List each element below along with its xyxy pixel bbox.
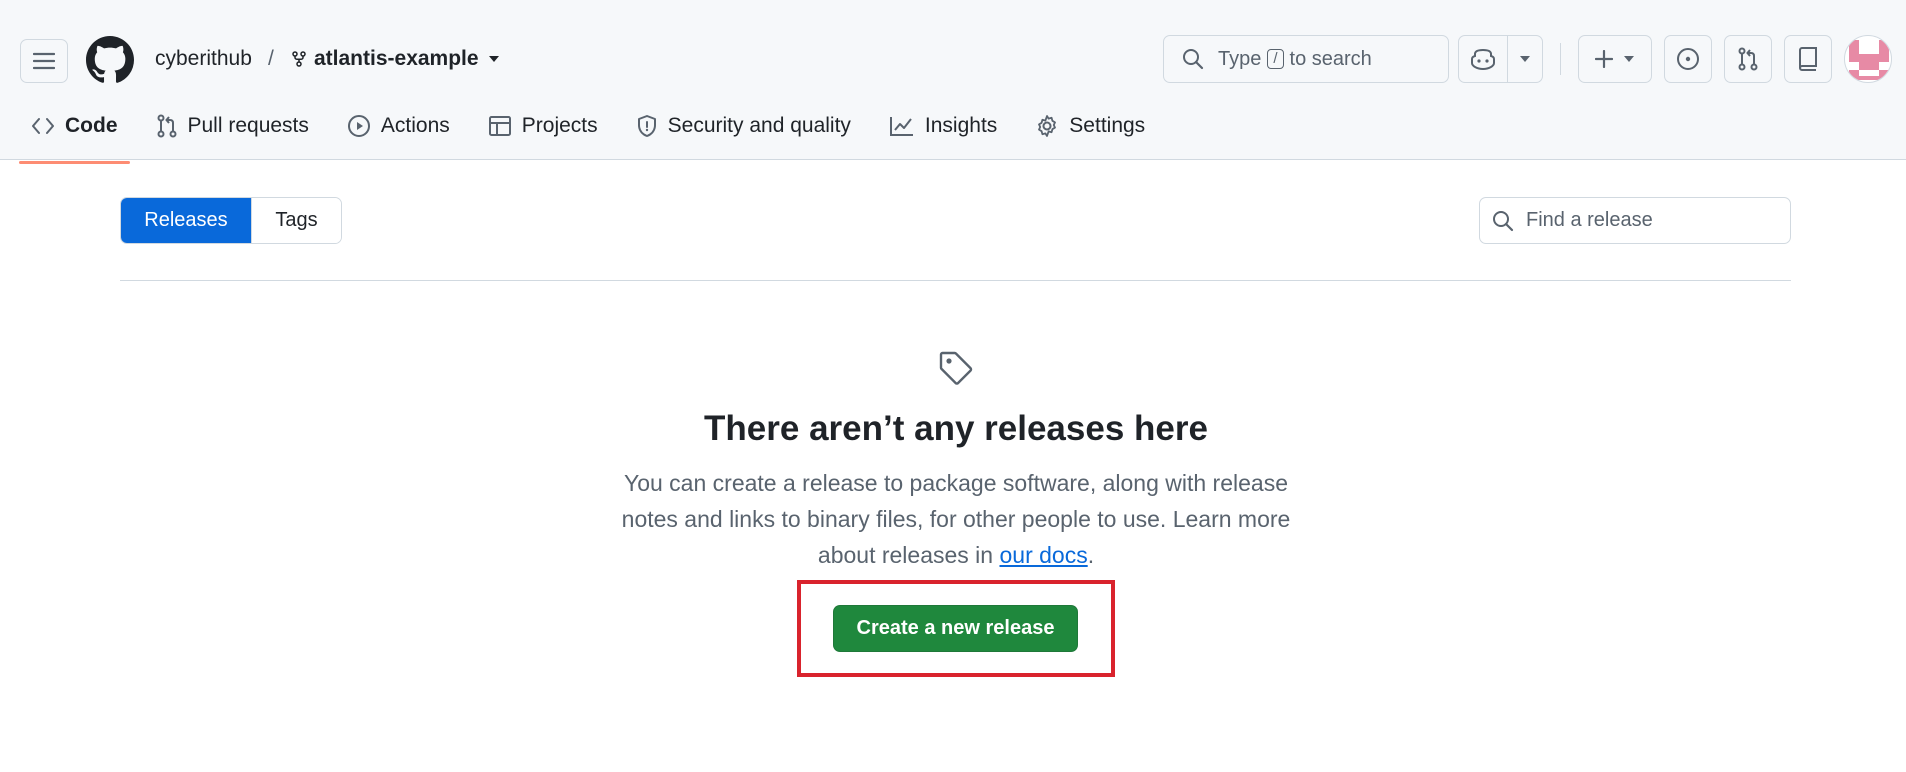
copilot-dropdown-button[interactable] [1507, 35, 1543, 83]
tab-code[interactable]: Code [19, 104, 130, 164]
issue-opened-icon [1677, 48, 1699, 70]
create-new-release-button[interactable]: Create a new release [833, 605, 1078, 652]
repo-name: atlantis-example [314, 47, 479, 70]
tab-label: Projects [521, 114, 598, 137]
empty-state-description: You can create a release to package soft… [596, 465, 1316, 573]
empty-state: There aren’t any releases here You can c… [500, 350, 1412, 573]
caret-down-icon[interactable] [487, 54, 501, 64]
global-search-input[interactable]: Type / to search [1163, 35, 1449, 83]
header-divider [1560, 43, 1561, 75]
github-mark-icon [86, 36, 134, 83]
git-pull-request-icon [157, 114, 176, 138]
pull-requests-button[interactable] [1724, 35, 1772, 83]
issues-button[interactable] [1664, 35, 1712, 83]
tab-label: Security and quality [667, 114, 851, 137]
search-shortcut-key: / [1267, 49, 1284, 69]
search-placeholder-prefix: Type [1218, 47, 1262, 70]
find-release-input[interactable] [1526, 209, 1776, 232]
empty-state-title: There aren’t any releases here [704, 409, 1208, 448]
tab-label: Settings [1069, 114, 1146, 137]
section-divider [120, 280, 1791, 281]
tab-label: Code [65, 114, 118, 137]
description-period: . [1087, 542, 1095, 568]
releases-tags-toggle: Releases Tags [120, 197, 342, 244]
hamburger-icon [33, 52, 55, 70]
git-pull-request-icon [1738, 47, 1758, 71]
graph-icon [889, 117, 913, 136]
triangle-down-icon [1520, 56, 1530, 62]
repo-name-link[interactable]: atlantis-example [292, 44, 501, 74]
repo-book-icon [1798, 47, 1817, 71]
tag-icon [939, 351, 973, 385]
search-icon [1493, 210, 1514, 231]
tab-projects[interactable]: Projects [476, 104, 610, 148]
breadcrumb-separator: / [268, 47, 274, 70]
search-icon [1183, 49, 1204, 70]
create-new-button[interactable] [1578, 35, 1652, 83]
repo-forked-icon [292, 51, 306, 67]
gear-icon [1038, 115, 1057, 137]
search-placeholder-suffix: to search [1289, 47, 1372, 70]
plus-icon [1595, 50, 1613, 68]
tab-security[interactable]: Security and quality [624, 104, 863, 148]
repo-header: cyberithub / atlantis-example Type / to … [0, 0, 1906, 164]
table-icon [488, 116, 511, 136]
tags-toggle-button[interactable]: Tags [251, 198, 341, 243]
shield-icon [637, 115, 656, 137]
copilot-icon [1471, 48, 1495, 70]
repo-owner-link[interactable]: cyberithub [155, 44, 252, 74]
releases-toggle-button[interactable]: Releases [121, 198, 251, 243]
docs-link[interactable]: our docs [999, 542, 1087, 568]
tab-label: Pull requests [187, 114, 309, 137]
tab-insights[interactable]: Insights [877, 104, 1009, 148]
find-release-field[interactable] [1479, 197, 1791, 244]
code-icon [32, 118, 54, 134]
copilot-button[interactable] [1458, 35, 1508, 83]
tab-actions[interactable]: Actions [335, 104, 462, 148]
tab-settings[interactable]: Settings [1023, 104, 1157, 148]
identicon-image [1849, 40, 1889, 80]
play-icon [347, 115, 370, 137]
user-avatar[interactable] [1844, 35, 1892, 83]
triangle-down-icon [1624, 56, 1634, 62]
tab-pull-requests[interactable]: Pull requests [144, 104, 321, 148]
menu-button[interactable] [20, 39, 68, 83]
github-logo[interactable] [86, 36, 134, 84]
description-text: You can create a release to package soft… [621, 470, 1291, 568]
inbox-button[interactable] [1784, 35, 1832, 83]
tab-label: Actions [380, 114, 450, 137]
repo-nav-tabs: Code Pull requests Actions Projects Secu… [19, 104, 1171, 164]
tab-label: Insights [924, 114, 998, 137]
